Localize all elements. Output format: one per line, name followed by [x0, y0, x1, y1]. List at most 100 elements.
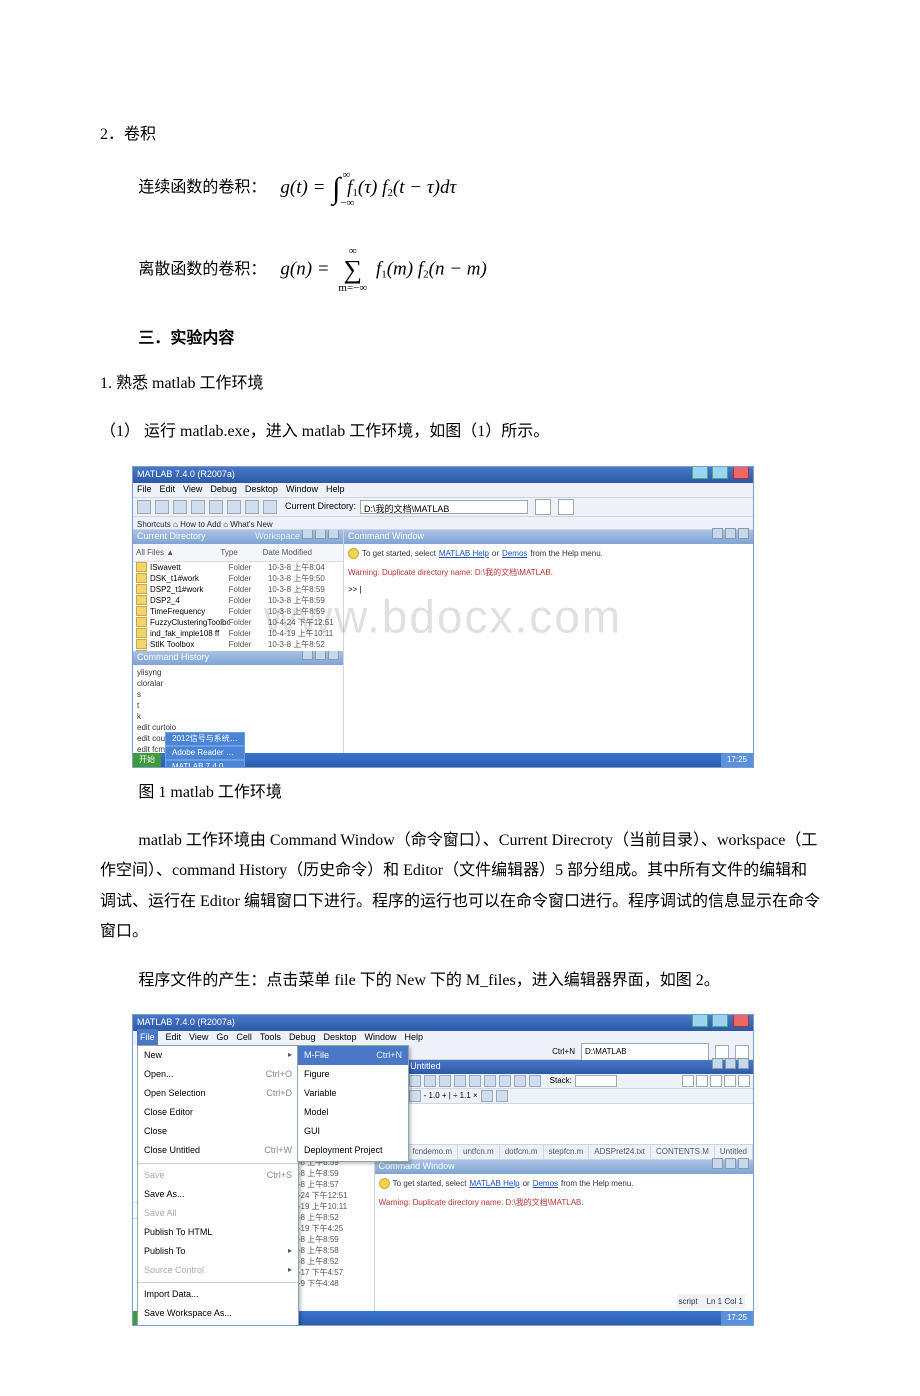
run-icon[interactable] — [529, 1075, 541, 1087]
menu-help[interactable]: Help — [326, 481, 345, 498]
browse-icon[interactable] — [535, 499, 551, 515]
menu-item-publish-to[interactable]: Publish To — [138, 1242, 298, 1261]
minimize-icon[interactable] — [692, 1014, 708, 1027]
menu-edit[interactable]: Edit — [166, 1029, 182, 1046]
col-date[interactable]: Date Modified — [263, 545, 340, 560]
cut-icon[interactable] — [439, 1075, 451, 1087]
menu-item-save-workspace-as-[interactable]: Save Workspace As... — [138, 1304, 298, 1323]
submenu-item-model[interactable]: Model — [298, 1103, 408, 1122]
menu-item-open-[interactable]: Open...Ctrl+O — [138, 1065, 298, 1084]
demos-link[interactable]: Demos — [502, 546, 527, 561]
editor-tab[interactable]: dotfcm.m — [500, 1144, 544, 1159]
menu-file[interactable]: File — [137, 481, 152, 498]
panel-hide-icon[interactable] — [315, 530, 326, 539]
paste-icon[interactable] — [209, 500, 223, 514]
copy-icon[interactable] — [454, 1075, 466, 1087]
menu-item-save-as-[interactable]: Save As... — [138, 1185, 298, 1204]
split-v-icon[interactable] — [696, 1075, 708, 1087]
command-prompt[interactable]: >> | — [344, 582, 753, 756]
float-icon[interactable] — [724, 1075, 736, 1087]
panel-hide-icon[interactable] — [315, 651, 326, 660]
new-file-icon[interactable] — [137, 500, 151, 514]
editor-tabs[interactable]: ex1.mfcndemo.muntfcn.mdotfcm.mstepfcn.mA… — [375, 1144, 753, 1159]
browse-icon[interactable] — [715, 1045, 729, 1059]
matlab-help-link[interactable]: MATLAB Help — [469, 1176, 519, 1191]
split-h-icon[interactable] — [682, 1075, 694, 1087]
editor-header[interactable]: Editor - Untitled — [375, 1060, 753, 1074]
history-item[interactable]: cloralar — [137, 678, 339, 689]
editor-tab[interactable]: CONTENTS.M — [651, 1144, 715, 1159]
minimize-icon[interactable] — [692, 466, 708, 479]
file-menu-dropdown[interactable]: NewOpen...Ctrl+OOpen SelectionCtrl+DClos… — [137, 1045, 299, 1326]
undo-icon[interactable] — [227, 500, 241, 514]
panel-dock-icon[interactable] — [712, 1158, 723, 1169]
panel-close-icon[interactable] — [328, 530, 339, 539]
file-row[interactable]: DSP2_t1#workFolder10-3-8 上午8:59 — [133, 584, 343, 595]
submenu-item-deployment-project[interactable]: Deployment Project — [298, 1141, 408, 1160]
menu-desktop[interactable]: Desktop — [245, 481, 278, 498]
editor-tab[interactable]: untfcn.m — [458, 1144, 500, 1159]
submenu-item-gui[interactable]: GUI — [298, 1122, 408, 1141]
breakpoint-icon[interactable] — [481, 1090, 493, 1102]
file-row[interactable]: ind_fak_imple108 ffFolder10-4-19 上午10:11 — [133, 628, 343, 639]
panel-hide-icon[interactable] — [725, 528, 736, 539]
history-item[interactable]: ylisyng — [137, 667, 339, 678]
start-button[interactable]: 开始 — [133, 753, 161, 767]
close-icon[interactable] — [733, 466, 749, 479]
redo-icon[interactable] — [245, 500, 259, 514]
close-icon[interactable] — [733, 1014, 749, 1027]
panel-dock-icon[interactable] — [712, 528, 723, 539]
panel-dock-icon[interactable] — [712, 1058, 723, 1069]
panel-close-icon[interactable] — [328, 651, 339, 660]
history-item[interactable]: t — [137, 700, 339, 711]
menu-go[interactable]: Go — [216, 1029, 228, 1046]
taskbar-item[interactable]: Adobe Reader … — [165, 746, 245, 760]
find-icon[interactable] — [514, 1075, 526, 1087]
menu-bar[interactable]: FileEditViewDebugDesktopWindowHelp — [133, 483, 753, 497]
taskbar-item[interactable]: MATLAB 7.4.0… — [165, 760, 245, 768]
command-history-header[interactable]: Command History — [133, 651, 343, 665]
file-row[interactable]: TimeFrequencyFolder10-3-8 上午8:59 — [133, 606, 343, 617]
menu-item-close-editor[interactable]: Close Editor — [138, 1103, 298, 1122]
editor-tab[interactable]: stepfcn.m — [544, 1144, 590, 1159]
shortcuts-bar[interactable]: Shortcuts ⌂ How to Add ⌂ What's New — [133, 517, 753, 530]
editor-toolbar[interactable]: Stack: — [375, 1074, 753, 1089]
command-window-header[interactable]: Command Window — [375, 1160, 753, 1174]
menu-item-new[interactable]: New — [138, 1046, 298, 1065]
col-name[interactable]: All Files ▲ — [136, 545, 220, 560]
cd-path-input[interactable]: D:\我的文档\MATLAB — [360, 500, 528, 514]
panel-hide-icon[interactable] — [725, 1158, 736, 1169]
maximize-icon[interactable] — [712, 1014, 728, 1027]
editor-tab[interactable]: Untitled — [715, 1144, 753, 1159]
history-item[interactable]: s — [137, 689, 339, 700]
editor-text-area[interactable] — [375, 1104, 753, 1144]
menu-debug[interactable]: Debug — [289, 1029, 316, 1046]
open-icon[interactable] — [155, 500, 169, 514]
undo-icon[interactable] — [484, 1075, 496, 1087]
file-row[interactable]: DSP2_4Folder10-3-8 上午8:59 — [133, 595, 343, 606]
submenu-item-figure[interactable]: Figure — [298, 1065, 408, 1084]
file-row[interactable]: FuzzyClusteringToolboxFolder10-4-24 下午12… — [133, 617, 343, 628]
menu-help[interactable]: Help — [405, 1029, 424, 1046]
demos-link[interactable]: Demos — [533, 1176, 558, 1191]
submenu-item-variable[interactable]: Variable — [298, 1084, 408, 1103]
panel-close-icon[interactable] — [738, 1158, 749, 1169]
menu-item-close[interactable]: Close — [138, 1122, 298, 1141]
maximize-icon[interactable] — [710, 1075, 722, 1087]
save-icon[interactable] — [409, 1075, 421, 1087]
menu-item-open-selection[interactable]: Open SelectionCtrl+D — [138, 1084, 298, 1103]
system-tray[interactable]: 17:25 — [721, 1311, 753, 1325]
menu-cell[interactable]: Cell — [236, 1029, 252, 1046]
file-row[interactable]: DSK_t1#workFolder10-3-8 上午9:50 — [133, 573, 343, 584]
menu-tools[interactable]: Tools — [260, 1029, 281, 1046]
redo-icon[interactable] — [499, 1075, 511, 1087]
maximize-icon[interactable] — [712, 466, 728, 479]
file-list[interactable]: All Files ▲ Type Date Modified ISwavettF… — [133, 544, 343, 651]
close-tab-icon[interactable] — [738, 1075, 750, 1087]
current-directory-header[interactable]: Current Directory Workspace — [133, 530, 343, 544]
print-icon[interactable] — [424, 1075, 436, 1087]
menu-desktop[interactable]: Desktop — [323, 1029, 356, 1046]
panel-dock-icon[interactable] — [302, 530, 313, 539]
menu-window[interactable]: Window — [365, 1029, 397, 1046]
cell-advance-icon[interactable] — [409, 1090, 421, 1102]
